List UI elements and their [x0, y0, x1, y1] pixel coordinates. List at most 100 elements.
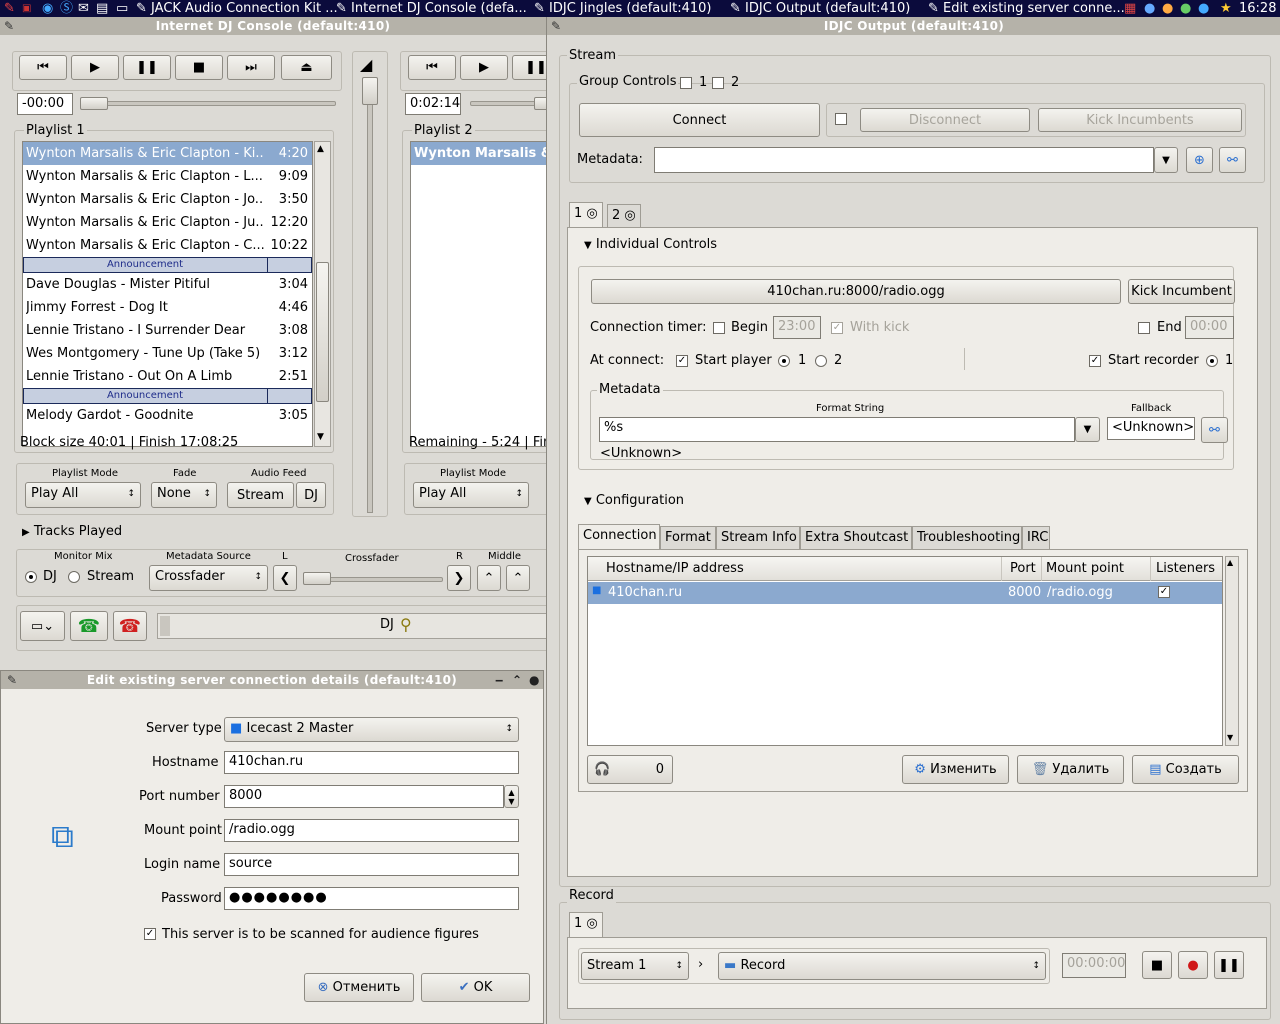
monitor-stream-radio[interactable] — [68, 571, 80, 583]
phone-hangup-button[interactable]: ☎ — [113, 611, 147, 641]
column-header-port[interactable]: Port — [1010, 561, 1036, 576]
scan-checkbox[interactable]: ✓ — [144, 928, 156, 940]
list-item[interactable]: Wynton Marsalis & Eric Clapton - Ju... 12… — [23, 211, 312, 234]
edit-server-button[interactable]: ⚙ Изменить — [902, 755, 1009, 784]
tab-stream-info[interactable]: Stream Info — [716, 526, 800, 550]
volume-knob[interactable] — [362, 77, 378, 105]
column-header-listeners[interactable]: Listeners — [1156, 561, 1215, 576]
with-kick-checkbox[interactable]: ✓ — [831, 322, 843, 334]
tray-icon[interactable]: ● — [1144, 0, 1155, 17]
app-launcher-icon[interactable]: ✎ — [4, 0, 15, 17]
taskbar-item-edit-server[interactable]: ✎ Edit existing server conne... — [928, 0, 1125, 17]
terminal-icon[interactable]: ▭ — [116, 0, 128, 17]
record-destination-combo[interactable]: ▬ Record — [718, 952, 1046, 980]
tray-icon[interactable]: ● — [1162, 0, 1173, 17]
dj-feed-button[interactable]: DJ — [296, 482, 326, 508]
password-input[interactable]: ●●●●●●●● — [224, 887, 519, 910]
list-item[interactable]: Wes Montgomery - Tune Up (Take 5) 3:12 — [23, 342, 312, 365]
tab-troubleshooting[interactable]: Troubleshooting — [912, 526, 1022, 550]
middle-up2-button[interactable]: ⌃ — [506, 565, 530, 591]
tab-irc[interactable]: IRC — [1022, 526, 1050, 550]
table-scrollbar[interactable]: ▲ ▼ — [1225, 556, 1239, 746]
taskbar-item-output[interactable]: ✎ IDJC Output (default:410) — [730, 0, 910, 17]
format-dropdown-button[interactable]: ▼ — [1075, 417, 1100, 442]
server-type-combo[interactable]: ■ Icecast 2 Master — [224, 717, 519, 742]
next-button[interactable]: ⏭ — [227, 55, 275, 80]
end-time-input[interactable]: 00:00 — [1185, 316, 1234, 339]
mail-icon[interactable]: ✉ — [78, 0, 89, 17]
taskbar-item-jack[interactable]: ✎ JACK Audio Connection Kit ... — [136, 0, 338, 17]
fallback-input[interactable]: <Unknown> — [1107, 417, 1195, 440]
player2-playlist-mode-combo[interactable]: Play All — [413, 482, 529, 508]
list-item[interactable]: Melody Gardot - Goodnite 3:05 — [23, 404, 312, 427]
tray-icon[interactable]: ● — [1180, 0, 1191, 17]
start-recorder-1-radio[interactable] — [1206, 355, 1218, 367]
server-toggle-button[interactable]: 410chan.ru:8000/radio.ogg — [591, 279, 1121, 304]
list-item[interactable]: Jimmy Forrest - Dog It 4:46 — [23, 296, 312, 319]
tab-record-1[interactable]: 1 ◎ — [569, 912, 603, 938]
kick-incumbents-button[interactable]: Kick Incumbents — [1038, 108, 1242, 132]
browser-icon[interactable]: ◉ — [42, 0, 53, 17]
window-menu-icon[interactable]: ✎ — [7, 671, 17, 689]
taskbar-item-jingles[interactable]: ✎ IDJC Jingles (default:410) — [534, 0, 711, 17]
window-menu-icon[interactable]: ✎ — [4, 17, 14, 35]
record-stop-button[interactable]: ■ — [1142, 951, 1172, 979]
metadata-source-combo[interactable]: Crossfader — [149, 565, 268, 591]
maximize-icon[interactable]: ⌃ — [512, 671, 522, 689]
start-player-2-radio[interactable] — [815, 355, 827, 367]
network-icon[interactable]: ● — [1198, 0, 1209, 17]
login-input[interactable]: source — [224, 853, 519, 876]
tab-connection[interactable]: Connection — [578, 524, 660, 550]
start-recorder-checkbox[interactable]: ✓ — [1089, 355, 1101, 367]
mount-input[interactable]: /radio.ogg — [224, 819, 519, 842]
configuration-expander[interactable]: ▼ Configuration — [584, 493, 684, 508]
scroll-down-icon[interactable]: ▼ — [317, 432, 324, 442]
previous-button[interactable]: ⏮ — [19, 55, 67, 80]
individual-controls-expander[interactable]: ▼ Individual Controls — [584, 237, 717, 252]
metadata-add-button[interactable]: ⊕ — [1186, 147, 1213, 173]
skype-icon[interactable]: Ⓢ — [60, 0, 73, 17]
metadata-dropdown-button[interactable]: ▼ — [1154, 147, 1178, 173]
record-start-button[interactable]: ● — [1178, 951, 1208, 979]
metadata-link-button[interactable]: ⚯ — [1219, 147, 1246, 173]
tracks-played-expander[interactable]: ▶ Tracks Played — [22, 524, 122, 539]
list-item[interactable]: Lennie Tristano - Out On A Limb 2:51 — [23, 365, 312, 388]
window-menu-icon[interactable]: ✎ — [551, 17, 561, 35]
playlist-mode-combo[interactable]: Play All — [25, 482, 141, 508]
table-row[interactable]: ■ 410chan.ru 8000 /radio.ogg ✓ — [588, 582, 1222, 604]
files-icon[interactable]: ▤ — [96, 0, 108, 17]
list-item[interactable]: Wynton Marsalis & Eric Clapton - Jo... 3:… — [23, 188, 312, 211]
tab-format[interactable]: Format — [660, 526, 716, 550]
player1-progress-knob[interactable] — [80, 97, 108, 110]
monitor-dj-radio[interactable] — [25, 571, 37, 583]
volume-slider[interactable] — [367, 77, 373, 513]
list-item[interactable]: Wynton Marsalis & — [411, 142, 559, 165]
list-item[interactable]: Wynton Marsalis & Eric Clapton - L... 9:0… — [23, 165, 312, 188]
scroll-up-icon[interactable]: ▲ — [1227, 558, 1233, 567]
flag-icon[interactable]: ▦ — [1124, 0, 1136, 17]
column-header-hostname[interactable]: Hostname/IP address — [606, 561, 744, 576]
pdf-icon[interactable]: ▣ — [22, 0, 31, 17]
begin-time-input[interactable]: 23:00 — [773, 316, 821, 339]
start-player-1-radio[interactable] — [778, 355, 790, 367]
begin-checkbox[interactable] — [713, 322, 725, 334]
tab-stream-2[interactable]: 2 ◎ — [607, 204, 641, 228]
group2-checkbox[interactable] — [712, 77, 724, 89]
disconnect-button[interactable]: Disconnect — [860, 108, 1030, 132]
cancel-button[interactable]: ⊗ Отменить — [304, 973, 414, 1002]
column-header-mount[interactable]: Mount point — [1046, 561, 1124, 576]
playlist1-scrollbar[interactable]: ▲ ▼ — [314, 141, 331, 447]
scroll-down-icon[interactable]: ▼ — [1227, 733, 1233, 742]
group1-checkbox[interactable] — [680, 77, 692, 89]
pause-button[interactable]: ❚❚ — [123, 55, 171, 80]
view-menu-button[interactable]: ▭⌄ — [20, 611, 65, 641]
create-server-button[interactable]: ▤ Создать — [1132, 755, 1239, 784]
delete-server-button[interactable]: 🗑 Удалить — [1017, 755, 1124, 784]
play-button[interactable]: ▶ — [71, 55, 119, 80]
player2-previous-button[interactable]: ⏮ — [408, 55, 456, 80]
hostname-input[interactable]: 410chan.ru — [224, 751, 519, 774]
disconnect-enable-checkbox[interactable] — [835, 113, 847, 125]
scroll-up-icon[interactable]: ▲ — [317, 144, 324, 154]
dj-mic-bar[interactable]: DJ ⚲ — [157, 613, 557, 639]
phone-answer-button[interactable]: ☎ — [70, 611, 108, 641]
